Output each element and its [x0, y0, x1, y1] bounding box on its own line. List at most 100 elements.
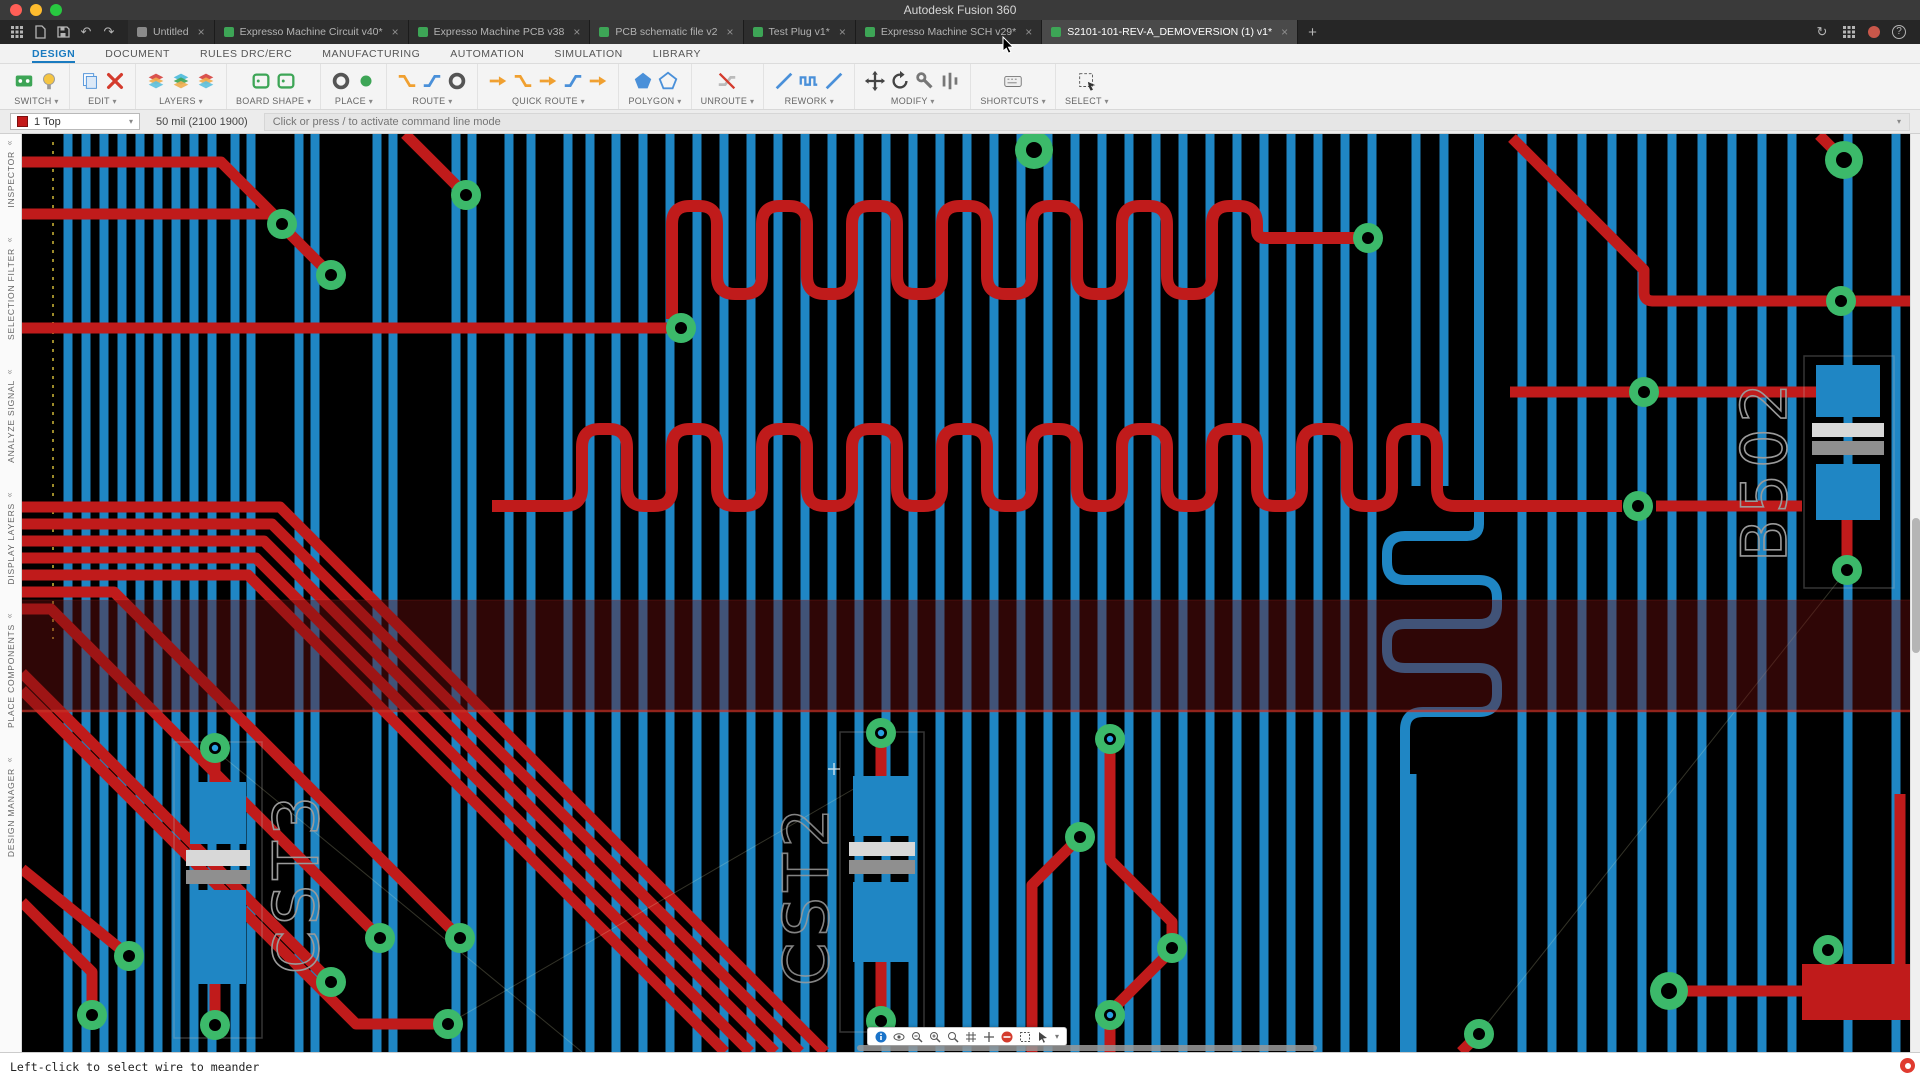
toolbar-group-select[interactable]: SELECT ▾: [1055, 64, 1118, 109]
route-via-icon[interactable]: [446, 70, 468, 92]
align-tool-icon[interactable]: [939, 70, 961, 92]
layer-setup-icon[interactable]: [170, 70, 192, 92]
zoom-out-icon[interactable]: [911, 1031, 923, 1043]
visibility-icon[interactable]: [893, 1031, 905, 1043]
select-tool-icon[interactable]: [1076, 70, 1098, 92]
toolbar-group-unroute[interactable]: UNROUTE ▾: [691, 64, 764, 109]
recording-indicator-icon[interactable]: [1900, 1058, 1915, 1073]
toolbar-group-layers[interactable]: LAYERS ▾: [135, 64, 226, 109]
quick-route-diff-icon[interactable]: [562, 70, 584, 92]
toolbar-group-modify[interactable]: MODIFY ▾: [854, 64, 970, 109]
ribbon-tab-document[interactable]: DOCUMENT: [105, 44, 170, 63]
ribbon-tab-simulation[interactable]: SIMULATION: [554, 44, 622, 63]
rework-meander-icon[interactable]: [798, 70, 820, 92]
rework-length-icon[interactable]: [823, 70, 845, 92]
close-tab-icon[interactable]: ×: [392, 25, 399, 39]
polygon-fill-icon[interactable]: [632, 70, 654, 92]
rotate-tool-icon[interactable]: [889, 70, 911, 92]
ribbon-tab-design[interactable]: DESIGN: [32, 44, 75, 63]
rework-line-icon[interactable]: [773, 70, 795, 92]
help-icon[interactable]: ?: [1892, 25, 1906, 39]
quick-route-icon[interactable]: [487, 70, 509, 92]
close-tab-icon[interactable]: ×: [1025, 25, 1032, 39]
pcb-canvas-area[interactable]: CST3 CST2 B502 ▾: [22, 134, 1910, 1052]
close-tab-icon[interactable]: ×: [198, 25, 205, 39]
panel-analyze-signal[interactable]: » ANALYZE SIGNAL: [6, 367, 16, 463]
command-line[interactable]: ▾: [264, 113, 1910, 131]
new-tab-button[interactable]: +: [1298, 20, 1327, 44]
board-resize-icon[interactable]: [275, 70, 297, 92]
toolbar-group-switch[interactable]: SWITCH ▾: [4, 64, 69, 109]
layer-dropdown[interactable]: 1 Top ▾: [10, 113, 140, 130]
info-icon[interactable]: [875, 1031, 887, 1043]
pcb-canvas[interactable]: CST3 CST2 B502: [22, 134, 1910, 1052]
delete-tool-icon[interactable]: [104, 70, 126, 92]
close-tab-icon[interactable]: ×: [839, 25, 846, 39]
undo-icon[interactable]: ↶: [79, 25, 93, 39]
properties-tool-icon[interactable]: [914, 70, 936, 92]
zoom-window-button[interactable]: [50, 4, 62, 16]
toolbar-group-edit[interactable]: EDIT ▾: [69, 64, 135, 109]
zoom-fit-icon[interactable]: [947, 1031, 959, 1043]
redo-icon[interactable]: ↷: [102, 25, 116, 39]
sync-icon[interactable]: ↻: [1814, 24, 1830, 40]
command-line-input[interactable]: [273, 116, 1897, 128]
shortcuts-keyboard-icon[interactable]: [1002, 70, 1024, 92]
notification-icon[interactable]: [1868, 26, 1880, 38]
close-tab-icon[interactable]: ×: [727, 25, 734, 39]
layer-color-icon[interactable]: [195, 70, 217, 92]
panel-place-components[interactable]: » PLACE COMPONENTS: [6, 611, 16, 728]
polygon-outline-icon[interactable]: [657, 70, 679, 92]
copy-tool-icon[interactable]: [79, 70, 101, 92]
grid-icon[interactable]: [965, 1031, 977, 1043]
quick-route-multi-icon[interactable]: [537, 70, 559, 92]
document-tab-pcb[interactable]: Expresso Machine PCB v38 ×: [409, 20, 591, 44]
horizontal-scrollbar[interactable]: [857, 1045, 1317, 1051]
disable-icon[interactable]: [1001, 1031, 1013, 1043]
toolbar-group-board-shape[interactable]: BOARD SHAPE ▾: [226, 64, 320, 109]
move-tool-icon[interactable]: [864, 70, 886, 92]
quick-route-single-icon[interactable]: [512, 70, 534, 92]
toolbar-group-place[interactable]: PLACE ▾: [320, 64, 386, 109]
minimize-window-button[interactable]: [30, 4, 42, 16]
new-document-icon[interactable]: [33, 25, 47, 39]
toolbar-group-route[interactable]: ROUTE ▾: [386, 64, 477, 109]
close-window-button[interactable]: [10, 4, 22, 16]
zoom-in-icon[interactable]: [929, 1031, 941, 1043]
vertical-scrollbar-thumb[interactable]: [1912, 518, 1920, 653]
document-tab-circuit[interactable]: Expresso Machine Circuit v40* ×: [215, 20, 409, 44]
ribbon-tab-library[interactable]: LIBRARY: [653, 44, 701, 63]
toolbar-group-polygon[interactable]: POLYGON ▾: [618, 64, 690, 109]
ribbon-tab-manufacturing[interactable]: MANUFACTURING: [322, 44, 420, 63]
cursor-mode-icon[interactable]: [1037, 1031, 1049, 1043]
pan-icon[interactable]: [983, 1031, 995, 1043]
board-outline-icon[interactable]: [250, 70, 272, 92]
layer-stack-icon[interactable]: [145, 70, 167, 92]
close-tab-icon[interactable]: ×: [573, 25, 580, 39]
ribbon-tab-automation[interactable]: AUTOMATION: [450, 44, 524, 63]
route-diff-icon[interactable]: [421, 70, 443, 92]
toolbar-group-rework[interactable]: REWORK ▾: [763, 64, 854, 109]
ribbon-tab-rules[interactable]: RULES DRC/ERC: [200, 44, 292, 63]
vertical-scrollbar[interactable]: [1910, 134, 1920, 1052]
panel-inspector[interactable]: » INSPECTOR: [6, 138, 16, 208]
apps-grid-icon[interactable]: [10, 25, 24, 39]
place-via-icon[interactable]: [330, 70, 352, 92]
quick-route-fanout-icon[interactable]: [587, 70, 609, 92]
panel-design-manager[interactable]: » DESIGN MANAGER: [6, 755, 16, 857]
view-navigation-toolbar[interactable]: ▾: [867, 1027, 1067, 1046]
save-icon[interactable]: [56, 25, 70, 39]
document-tab-schematic-file[interactable]: PCB schematic file v2 ×: [590, 20, 743, 44]
highlight-tool-icon[interactable]: [38, 70, 60, 92]
toolbar-group-shortcuts[interactable]: SHORTCUTS ▾: [970, 64, 1055, 109]
chevron-down-icon[interactable]: ▾: [1055, 1032, 1059, 1041]
job-status-icon[interactable]: [1842, 25, 1856, 39]
place-pad-icon[interactable]: [355, 70, 377, 92]
window-select-icon[interactable]: [1019, 1031, 1031, 1043]
panel-display-layers[interactable]: » DISPLAY LAYERS: [6, 490, 16, 585]
switch-tool-icon[interactable]: [13, 70, 35, 92]
toolbar-group-quick-route[interactable]: QUICK ROUTE ▾: [477, 64, 618, 109]
unroute-tool-icon[interactable]: [716, 70, 738, 92]
route-manual-icon[interactable]: [396, 70, 418, 92]
document-tab-demoversion[interactable]: S2101-101-REV-A_DEMOVERSION (1) v1* ×: [1042, 20, 1298, 44]
